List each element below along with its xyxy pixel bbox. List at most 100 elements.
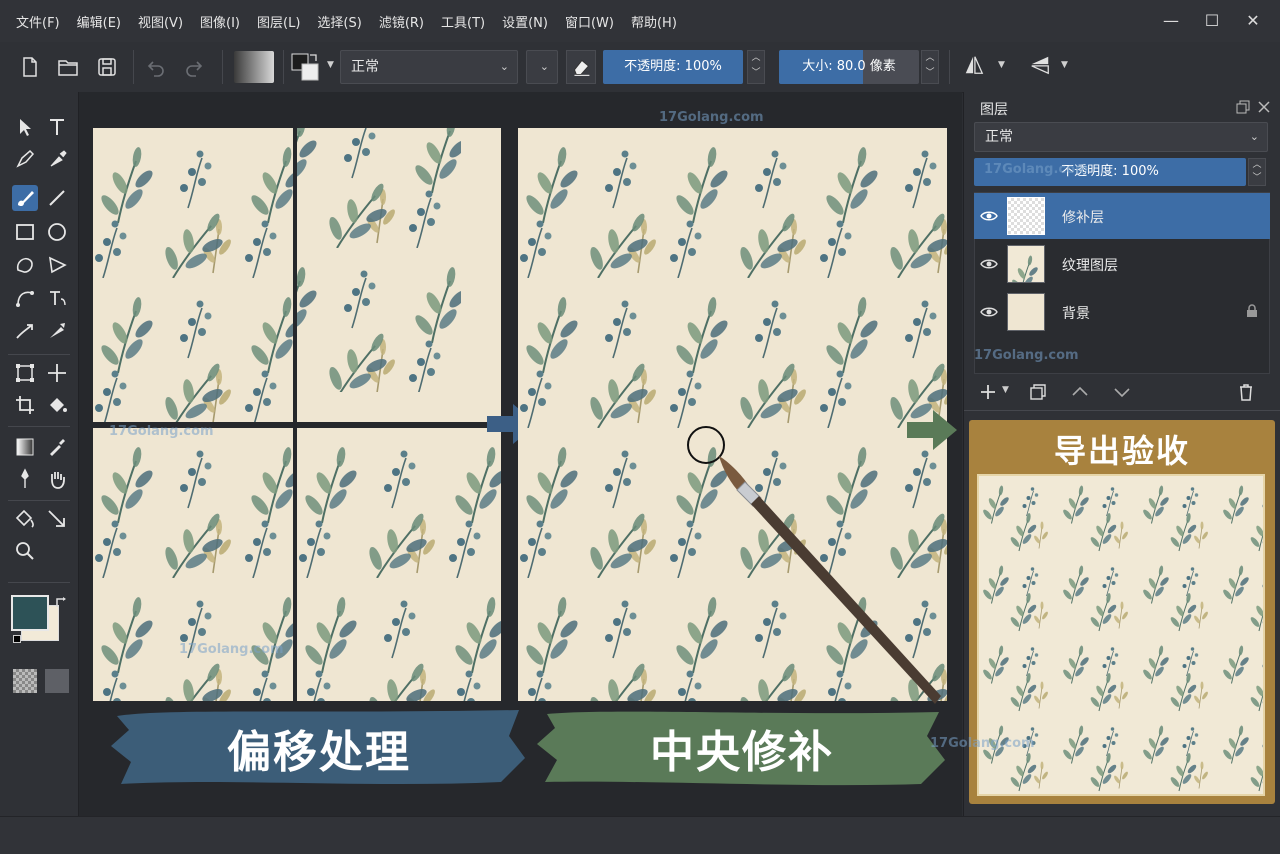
menu-image[interactable]: 图像(I)	[192, 12, 249, 31]
crop-tool-icon[interactable]	[12, 392, 38, 418]
layer-name: 背景	[1062, 306, 1090, 322]
menu-select[interactable]: 选择(S)	[309, 12, 370, 31]
float-panel-icon[interactable]	[1236, 100, 1250, 114]
color-swap-dropdown-icon[interactable]: ▼	[327, 60, 334, 70]
layer-row-patch[interactable]: 修补层	[974, 193, 1270, 239]
text-tool-icon[interactable]	[44, 114, 70, 140]
menu-help[interactable]: 帮助(H)	[623, 12, 686, 31]
menu-settings[interactable]: 设置(N)	[494, 12, 557, 31]
freehand-shape-icon[interactable]	[12, 252, 38, 278]
watermark: 17Golang.com	[930, 736, 1035, 751]
mirror-horizontal-icon[interactable]	[963, 54, 985, 76]
watermark: 17Golang.com	[109, 424, 214, 439]
brush-tool-icon[interactable]	[12, 185, 38, 211]
watermark: 17Golang.com	[659, 110, 764, 125]
text-path-icon[interactable]	[44, 285, 70, 311]
eraser-mode-button[interactable]	[566, 50, 596, 84]
gradient-tool-icon[interactable]	[12, 434, 38, 460]
canvas-area[interactable]: 偏移处理 中央修补 17Golang.com 17Golang.com 17Go…	[79, 92, 962, 816]
color-swap-icon[interactable]	[290, 52, 322, 82]
menu-layer[interactable]: 图层(L)	[249, 12, 309, 31]
redo-icon[interactable]	[183, 56, 205, 78]
gradient-preset-swatch[interactable]	[234, 51, 274, 83]
menubar: 文件(F) 编辑(E) 视图(V) 图像(I) 图层(L) 选择(S) 滤镜(R…	[0, 0, 1280, 42]
move-tool-icon[interactable]	[44, 360, 70, 386]
polygon-tool-icon[interactable]	[44, 252, 70, 278]
layer-opacity-spinner[interactable]: ︿ ﹀	[1248, 158, 1266, 186]
undo-icon[interactable]	[145, 56, 167, 78]
select-arrow-icon[interactable]	[12, 114, 38, 140]
save-icon[interactable]	[96, 56, 118, 78]
lock-icon[interactable]	[1246, 304, 1258, 318]
brush-preset-dropdown[interactable]: ⌄	[526, 50, 558, 84]
zoom-icon[interactable]	[12, 538, 38, 564]
gradient-swatch[interactable]	[45, 669, 69, 693]
mirror-vertical-icon[interactable]	[1029, 54, 1051, 76]
add-layer-icon[interactable]	[978, 382, 998, 402]
offset-quadrant-top-left	[93, 128, 293, 422]
open-folder-icon[interactable]	[57, 56, 79, 78]
ellipse-tool-icon[interactable]	[44, 219, 70, 245]
measure-tool-icon[interactable]	[44, 506, 70, 532]
patch-label: 中央修补	[650, 727, 834, 778]
visibility-eye-icon[interactable]	[980, 255, 998, 273]
duplicate-layer-icon[interactable]	[1028, 382, 1048, 402]
pan-hand-icon[interactable]	[44, 466, 70, 492]
maximize-button[interactable]: ☐	[1201, 10, 1223, 32]
menu-filter[interactable]: 滤镜(R)	[371, 12, 433, 31]
visibility-eye-icon[interactable]	[980, 207, 998, 225]
pattern-swatch[interactable]	[13, 669, 37, 693]
size-spinner[interactable]: ︿ ﹀	[921, 50, 939, 84]
assistant-tool-icon[interactable]	[12, 466, 38, 492]
dynamic-brush-icon[interactable]	[12, 318, 38, 344]
transform-tool-icon[interactable]	[12, 360, 38, 386]
paintbrush-icon	[719, 456, 941, 704]
minimize-button[interactable]: —	[1160, 10, 1182, 32]
eyedropper-icon[interactable]	[44, 434, 70, 460]
layers-panel-title: 图层	[980, 102, 1008, 118]
layer-name: 修补层	[1062, 210, 1104, 226]
mirror-horizontal-dropdown-icon[interactable]: ▼	[998, 60, 1005, 70]
status-bar	[0, 816, 1280, 854]
swap-colors-icon[interactable]	[55, 597, 67, 609]
fill-bucket-icon[interactable]	[44, 392, 70, 418]
move-layer-up-icon[interactable]	[1070, 382, 1090, 402]
options-toolbar: ▼ 正常 ⌄ ⌄ 不透明度: 100% ︿ ﹀ 大小: 80.0 像素 ︿ ﹀ ▼ …	[0, 42, 1280, 93]
multibrush-icon[interactable]	[44, 318, 70, 344]
offset-label: 偏移处理	[227, 727, 411, 778]
line-tool-icon[interactable]	[44, 185, 70, 211]
new-document-icon[interactable]	[19, 56, 41, 78]
color-selector[interactable]	[11, 595, 69, 651]
move-layer-down-icon[interactable]	[1112, 382, 1132, 402]
delete-layer-icon[interactable]	[1236, 382, 1256, 402]
menu-tools[interactable]: 工具(T)	[433, 12, 494, 31]
menu-edit[interactable]: 编辑(E)	[69, 12, 130, 31]
menu-file[interactable]: 文件(F)	[0, 12, 69, 31]
foreground-color-swatch[interactable]	[11, 595, 49, 631]
layer-row-texture[interactable]: 纹理图层	[974, 241, 1270, 287]
color-picker-pen-icon[interactable]	[44, 146, 70, 172]
opacity-slider[interactable]: 不透明度: 100%	[603, 50, 743, 84]
add-layer-dropdown-icon[interactable]: ▼	[1002, 385, 1009, 395]
fill-tool-icon[interactable]	[12, 506, 38, 532]
rectangle-tool-icon[interactable]	[12, 219, 38, 245]
close-panel-icon[interactable]	[1257, 100, 1271, 114]
layer-blend-mode-dropdown[interactable]: 正常 ⌄	[974, 122, 1268, 152]
menu-view[interactable]: 视图(V)	[130, 12, 192, 31]
menu-window[interactable]: 窗口(W)	[557, 12, 623, 31]
watermark: 17Golang.com	[984, 162, 1089, 177]
layer-row-background[interactable]: 背景	[974, 289, 1270, 335]
calligraphy-pen-icon[interactable]	[12, 146, 38, 172]
mirror-vertical-dropdown-icon[interactable]: ▼	[1061, 60, 1068, 70]
reset-colors-icon[interactable]	[13, 635, 21, 643]
chevron-down-icon: ⌄	[1249, 130, 1259, 143]
close-button[interactable]: ✕	[1242, 10, 1264, 32]
toolbox	[0, 92, 79, 816]
bezier-curve-icon[interactable]	[12, 285, 38, 311]
size-slider[interactable]: 大小: 80.0 像素	[779, 50, 919, 84]
chevron-down-icon: ⌄	[539, 60, 549, 73]
opacity-spinner[interactable]: ︿ ﹀	[747, 50, 765, 84]
layer-blend-mode-value: 正常	[985, 129, 1013, 145]
visibility-eye-icon[interactable]	[980, 303, 998, 321]
blend-mode-dropdown[interactable]: 正常 ⌄	[340, 50, 518, 84]
